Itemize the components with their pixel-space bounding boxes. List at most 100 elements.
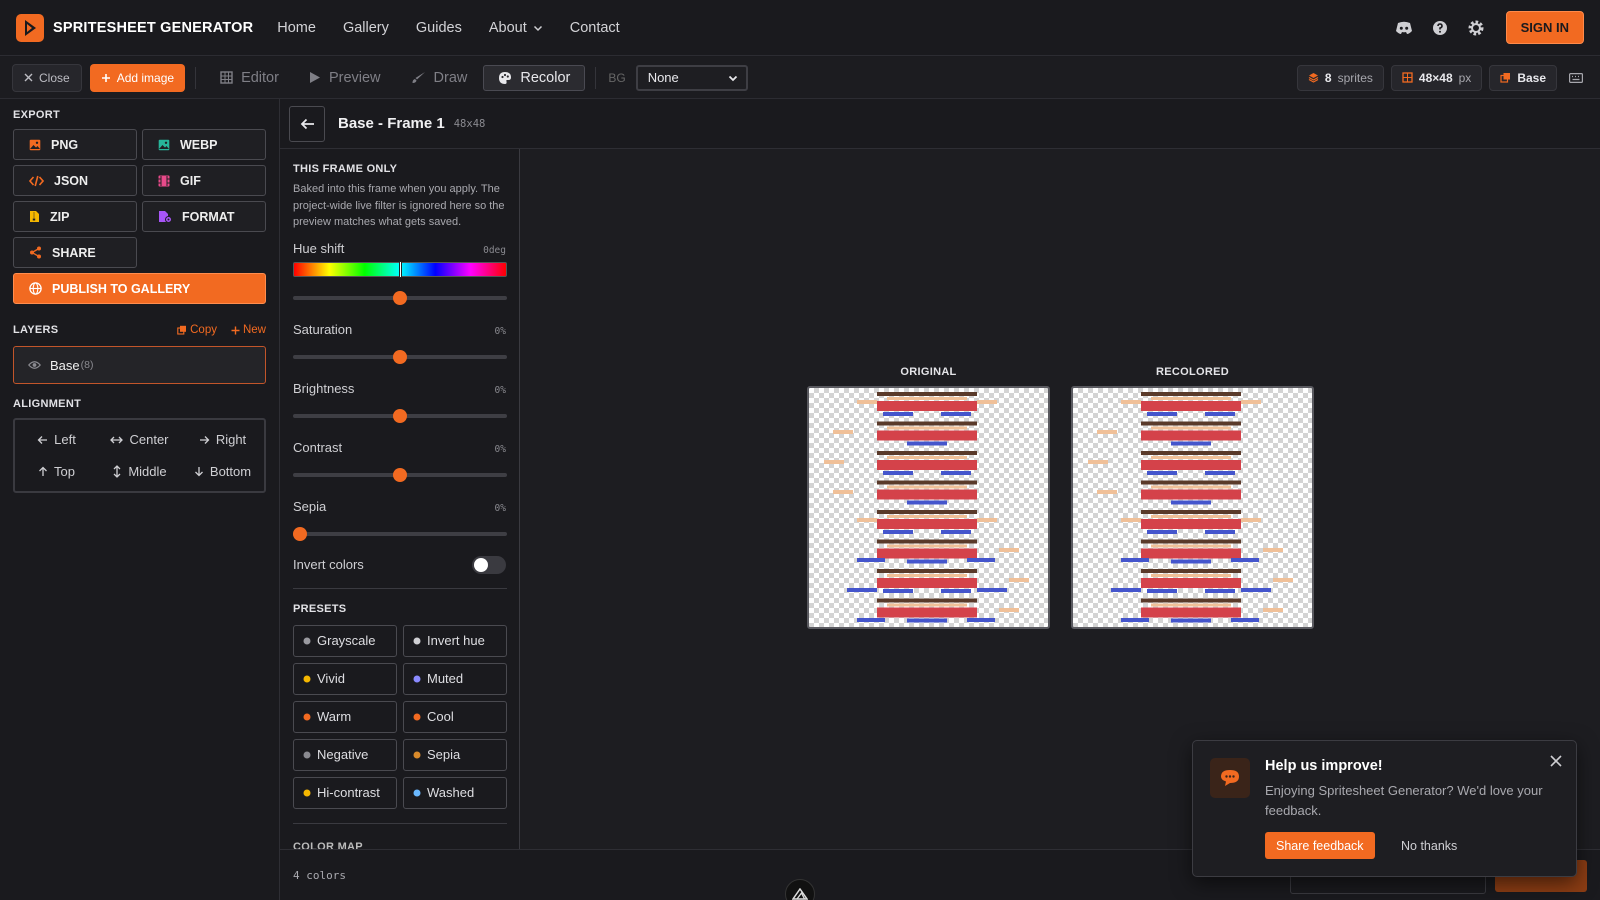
sprite-pixel-run — [907, 618, 947, 623]
align-middle-button[interactable]: Middle — [98, 456, 181, 488]
sprite-pixel-run — [1147, 471, 1177, 475]
active-layer-chip[interactable]: Base — [1489, 64, 1557, 91]
new-layer-button[interactable]: New — [231, 324, 266, 336]
layer-item[interactable]: Base (8) — [13, 346, 266, 384]
tab-recolor[interactable]: Recolor — [483, 64, 586, 91]
hue-marker[interactable] — [399, 260, 402, 278]
share-button[interactable]: SHARE — [13, 237, 137, 268]
bg-select[interactable]: None — [635, 64, 748, 91]
align-center-button[interactable]: Center — [98, 424, 181, 456]
new-layer-label: New — [242, 324, 266, 336]
share-feedback-button[interactable]: Share feedback — [1265, 832, 1375, 859]
sprite-pixel-run — [1141, 569, 1241, 573]
sprite-pixel-run — [857, 400, 877, 404]
brand-name[interactable]: SPRITESHEET GENERATOR — [53, 20, 253, 36]
add-image-button[interactable]: Add image — [89, 63, 186, 92]
help-icon[interactable] — [1430, 18, 1450, 38]
export-webp-button[interactable]: WEBP — [142, 129, 266, 160]
saturation-slider[interactable] — [293, 349, 507, 364]
sprite-pixel-run — [1111, 588, 1141, 592]
slider-thumb[interactable] — [293, 526, 307, 541]
sprite-pixel-run — [999, 608, 1019, 612]
sprite-pixel-run — [1231, 558, 1259, 562]
sprite-pixel-run — [1241, 400, 1261, 404]
sepia-label: Sepia — [293, 498, 327, 514]
hue-shift-slider[interactable] — [293, 290, 507, 305]
close-icon[interactable] — [1548, 753, 1564, 769]
nav-gallery[interactable]: Gallery — [343, 20, 389, 36]
tab-editor[interactable]: Editor — [206, 65, 293, 91]
align-left-button[interactable]: Left — [15, 424, 98, 456]
tab-preview[interactable]: Preview — [295, 65, 395, 91]
grid-icon — [1402, 72, 1413, 83]
align-top-button[interactable]: Top — [15, 456, 98, 488]
export-format-button[interactable]: FORMAT — [142, 201, 266, 232]
eye-icon[interactable] — [28, 360, 41, 370]
preset-cool-button[interactable]: Cool — [403, 700, 507, 733]
keyboard-icon[interactable] — [1564, 68, 1588, 88]
brightness-row: Brightness 0% — [293, 381, 506, 396]
app-logo-icon[interactable] — [16, 13, 44, 42]
preset-muted-button[interactable]: Muted — [403, 662, 507, 695]
nav-home[interactable]: Home — [277, 20, 316, 36]
export-gif-button[interactable]: GIF — [142, 165, 266, 196]
sprite-pixel-run — [967, 558, 995, 562]
frame-title: Base - Frame 1 — [338, 115, 445, 132]
export-png-button[interactable]: PNG — [13, 129, 137, 160]
preset-negative-button[interactable]: Negative — [293, 738, 397, 771]
slider-thumb[interactable] — [393, 290, 407, 305]
sprite-pixel-run — [1171, 500, 1211, 505]
sprite-pixel-run — [1009, 578, 1029, 582]
sprite-pixel-run — [1141, 392, 1241, 396]
align-bottom-button[interactable]: Bottom — [181, 456, 264, 488]
saturation-label: Saturation — [293, 321, 353, 337]
preset-vivid-button[interactable]: Vivid — [293, 662, 397, 695]
export-gif-label: GIF — [180, 173, 201, 188]
nav-contact[interactable]: Contact — [570, 20, 620, 36]
slider-thumb[interactable] — [393, 349, 407, 364]
brightness-label: Brightness — [293, 380, 355, 396]
preset-hi-contrast-button[interactable]: Hi-contrast — [293, 776, 397, 809]
brightness-slider[interactable] — [293, 408, 507, 423]
invert-toggle[interactable] — [472, 555, 506, 574]
copy-layer-button[interactable]: Copy — [177, 324, 217, 336]
publish-to-gallery-button[interactable]: PUBLISH TO GALLERY — [13, 273, 266, 304]
contrast-slider[interactable] — [293, 467, 507, 482]
tab-draw[interactable]: Draw — [397, 65, 482, 91]
preset-warm-button[interactable]: Warm — [293, 700, 397, 733]
preset-grayscale-button[interactable]: Grayscale — [293, 624, 397, 657]
export-zip-button[interactable]: ZIP — [13, 201, 137, 232]
gear-icon[interactable] — [1466, 18, 1486, 38]
back-button[interactable] — [289, 105, 325, 142]
preset-label: Invert hue — [427, 633, 485, 648]
sprite-pixel-run — [1121, 618, 1149, 622]
export-json-button[interactable]: JSON — [13, 165, 137, 196]
slider-thumb[interactable] — [393, 467, 407, 482]
sprite-pixel-run — [857, 518, 877, 522]
sprite-pixel-run — [1141, 578, 1241, 588]
discord-icon[interactable] — [1394, 18, 1414, 38]
preset-sepia-button[interactable]: Sepia — [403, 738, 507, 771]
no-thanks-button[interactable]: No thanks — [1401, 832, 1457, 859]
palette-icon — [499, 71, 512, 84]
hue-spectrum[interactable] — [293, 260, 507, 278]
image-icon — [158, 139, 170, 150]
close-button[interactable]: Close — [12, 63, 82, 92]
sprite-pixel-run — [887, 485, 967, 489]
tab-editor-label: Editor — [241, 69, 279, 86]
sepia-slider[interactable] — [293, 526, 507, 541]
nav-about[interactable]: About — [489, 20, 543, 36]
sign-in-button[interactable]: SIGN IN — [1505, 11, 1584, 44]
copy-icon — [1500, 73, 1511, 83]
preset-washed-button[interactable]: Washed — [403, 776, 507, 809]
sprite-pixel-run — [883, 589, 913, 593]
nav-guides[interactable]: Guides — [416, 20, 462, 36]
divider — [293, 822, 507, 824]
sprite-pixel-run — [1141, 539, 1241, 544]
slider-thumb[interactable] — [393, 408, 407, 423]
preset-invert-hue-button[interactable]: Invert hue — [403, 624, 507, 657]
sprite-pixel-run — [1141, 430, 1241, 441]
top-nav: SPRITESHEET GENERATOR Home Gallery Guide… — [0, 0, 1600, 56]
sprite-pixel-run — [941, 589, 971, 593]
align-right-button[interactable]: Right — [181, 424, 264, 456]
